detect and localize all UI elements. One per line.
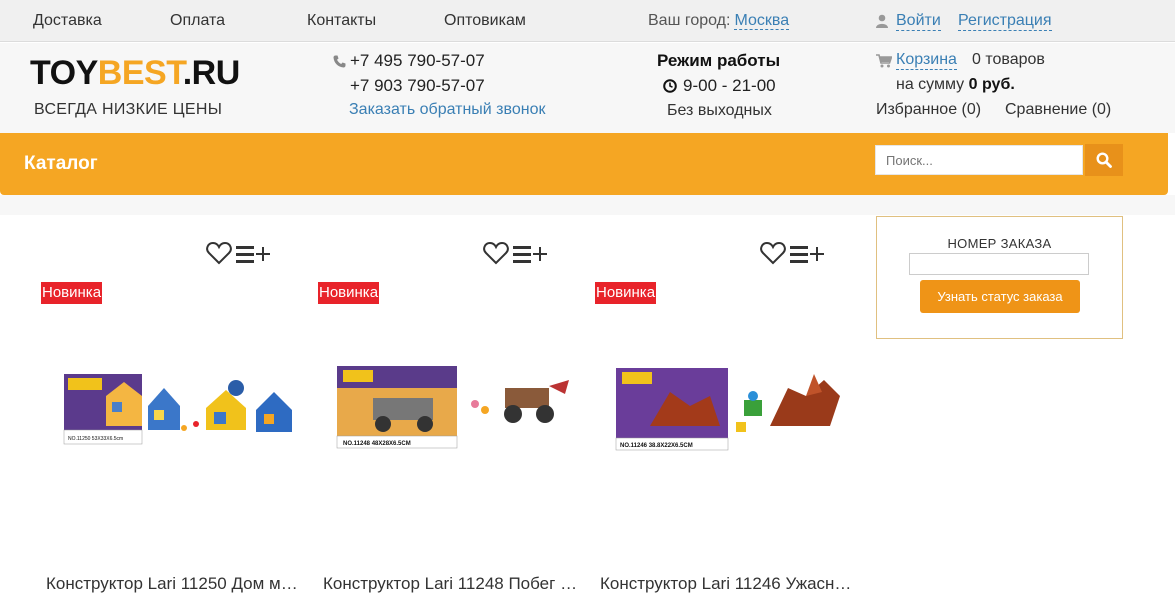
new-badge: Новинка (318, 282, 380, 304)
product-image[interactable]: NO.11250 53X33X6.5cm (56, 366, 296, 452)
slogan: ВСЕГДА НИЗКИЕ ЦЕНЫ (34, 101, 223, 118)
product-card: Новинка NO.11250 53X33X6.5cm Конструктор… (41, 216, 311, 603)
phone-primary[interactable]: +7 495 790-57-07 (350, 51, 485, 71)
nav-payment[interactable]: Оплата (170, 12, 225, 30)
add-to-compare-icon[interactable] (790, 244, 824, 264)
subheader-band (0, 195, 1175, 215)
order-number-label: НОМЕР ЗАКАЗА (947, 236, 1052, 251)
favorites-link[interactable]: Избранное (0) (876, 101, 981, 119)
phone-secondary[interactable]: +7 903 790-57-07 (350, 76, 485, 96)
check-order-status-button[interactable]: Узнать статус заказа (920, 280, 1080, 313)
box-code: NO.11250 53X33X6.5cm (68, 436, 123, 442)
order-status-widget: НОМЕР ЗАКАЗА Узнать статус заказа (876, 216, 1123, 339)
search-icon (1096, 152, 1112, 168)
top-bar: Доставка Оплата Контакты Оптовикам Ваш г… (0, 0, 1175, 42)
cart-icon (876, 54, 892, 68)
cart-sum-label: на сумму (896, 76, 965, 93)
callback-link[interactable]: Заказать обратный звонок (349, 101, 545, 119)
heart-icon[interactable] (206, 241, 232, 265)
site-logo[interactable]: TOYBEST.RU (30, 55, 240, 91)
product-card: Новинка NO.11248 48X28X6.5CM Конструктор… (318, 216, 588, 603)
cart-sum-value: 0 руб. (968, 76, 1015, 93)
box-code: NO.11248 48X28X6.5CM (343, 441, 411, 447)
logo-text-main: TOYBEST (30, 54, 183, 92)
no-weekends: Без выходных (667, 102, 772, 119)
new-badge: Новинка (41, 282, 103, 304)
phone-icon (333, 55, 346, 68)
cart-link[interactable]: Корзина (896, 51, 957, 70)
heart-icon[interactable] (760, 241, 786, 265)
cart-count: 0 товаров (972, 51, 1045, 68)
search-input[interactable] (875, 145, 1083, 175)
heart-icon[interactable] (483, 241, 509, 265)
city-link[interactable]: Москва (734, 12, 790, 30)
add-to-compare-icon[interactable] (513, 244, 547, 264)
catalog-menu-button[interactable]: Каталог (24, 153, 98, 175)
product-name[interactable]: Конструктор Lari 11246 Ужасная Люси (600, 574, 855, 594)
user-icon (876, 14, 888, 28)
compare-link[interactable]: Сравнение (0) (1005, 101, 1111, 119)
city-selector: Ваш город: Москва (648, 12, 790, 30)
register-link[interactable]: Регистрация (958, 12, 1052, 31)
work-hours: 9-00 - 21-00 (683, 76, 776, 95)
order-number-input[interactable] (909, 253, 1089, 275)
product-card: Новинка NO.11246 38.8X22X6.5CM Конструкт… (595, 216, 865, 603)
city-label: Ваш город: (648, 12, 731, 29)
new-badge: Новинка (595, 282, 657, 304)
nav-wholesale[interactable]: Оптовикам (444, 12, 526, 30)
product-name[interactable]: Конструктор Lari 11250 Дом мечты (46, 574, 301, 594)
nav-delivery[interactable]: Доставка (33, 12, 102, 30)
login-link[interactable]: Войти (896, 12, 941, 31)
cart-sum: на сумму 0 руб. (896, 76, 1015, 94)
catalog-bar: Каталог (0, 133, 1168, 195)
nav-contacts[interactable]: Контакты (307, 12, 376, 30)
logo-text-domain: .RU (182, 54, 241, 92)
clock-icon (663, 79, 677, 93)
header: TOYBEST.RU ВСЕГДА НИЗКИЕ ЦЕНЫ +7 495 790… (0, 43, 1175, 133)
product-image[interactable]: NO.11246 38.8X22X6.5CM (610, 366, 850, 452)
add-to-compare-icon[interactable] (236, 244, 270, 264)
box-code: NO.11246 38.8X22X6.5CM (620, 443, 693, 449)
search-button[interactable] (1085, 144, 1123, 176)
work-hours-title: Режим работы (657, 51, 781, 70)
product-image[interactable]: NO.11248 48X28X6.5CM (333, 366, 573, 452)
product-name[interactable]: Конструктор Lari 11248 Побег Эммета (323, 574, 578, 594)
